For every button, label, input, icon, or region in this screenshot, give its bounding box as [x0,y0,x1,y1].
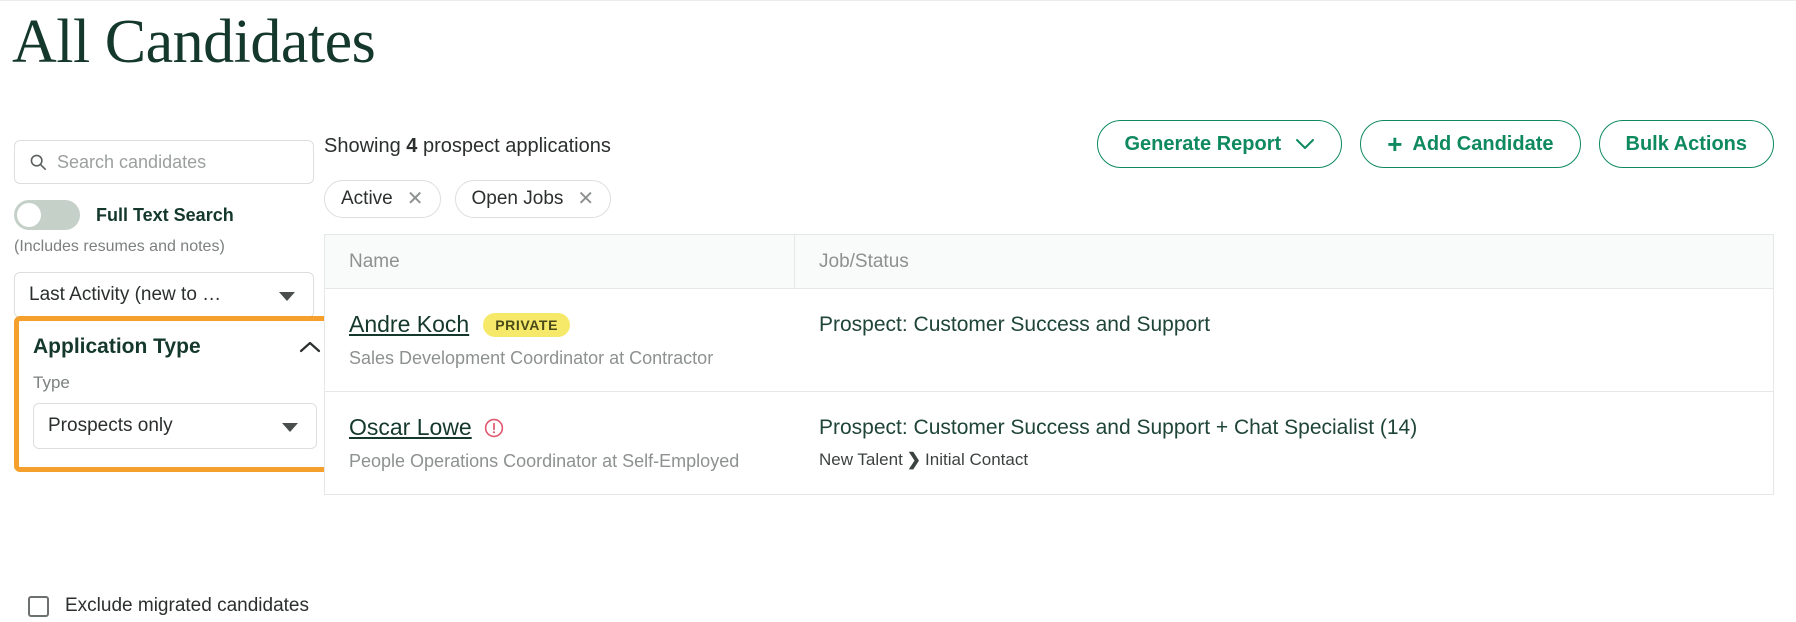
chevron-up-icon[interactable] [299,340,321,354]
stage-from: New Talent [819,450,903,470]
cell-job-status: Prospect: Customer Success and Support [795,289,1773,391]
cell-name: Andre Koch PRIVATE Sales Development Coo… [325,289,795,391]
filter-chip-label: Open Jobs [471,188,564,209]
filter-checkbox-group: Exclude migrated candidates Prospects on… [28,595,328,622]
generate-report-button[interactable]: Generate Report [1097,120,1343,168]
table-row[interactable]: Oscar Lowe People Operations Coordinator… [325,392,1773,495]
filter-chip-active[interactable]: Active ✕ [324,180,441,218]
showing-suffix: prospect applications [422,135,611,157]
column-header-name[interactable]: Name [325,235,795,288]
full-text-search-sublabel: (Includes resumes and notes) [14,238,225,255]
add-candidate-label: Add Candidate [1412,132,1554,155]
filter-chips: Active ✕ Open Jobs ✕ [324,180,612,218]
alert-circle-icon[interactable] [484,418,504,438]
candidate-name-line: Oscar Lowe [349,414,771,441]
showing-count: 4 [406,135,418,157]
chevron-down-icon [279,292,295,301]
close-icon[interactable]: ✕ [407,189,424,209]
table-row[interactable]: Andre Koch PRIVATE Sales Development Coo… [325,289,1773,392]
page-title: All Candidates [12,8,376,76]
search-icon [30,154,47,171]
generate-report-label: Generate Report [1124,132,1282,155]
application-type-header[interactable]: Application Type [33,335,321,359]
filter-chip-label: Active [341,188,393,209]
candidate-name-link[interactable]: Andre Koch [349,311,469,338]
results-count-text: Showing 4 prospect applications [324,135,611,158]
chevron-down-icon [1296,139,1315,149]
cell-name: Oscar Lowe People Operations Coordinator… [325,392,795,494]
candidates-table: Name Job/Status Andre Koch PRIVATE Sales… [324,234,1774,495]
checkbox-box[interactable] [28,595,49,617]
checkbox-label: Exclude migrated candidates [65,595,309,616]
full-text-search-row: Full Text Search [14,200,314,230]
candidate-name-link[interactable]: Oscar Lowe [349,414,472,441]
candidates-page: All Candidates Full Text Search (Include… [0,0,1796,622]
top-divider [0,0,1796,1]
action-buttons: Generate Report + Add Candidate Bulk Act… [1097,120,1774,168]
application-type-panel: Application Type Type Prospects only [14,316,340,472]
application-type-select[interactable]: Prospects only [33,403,317,449]
search-candidates-box[interactable] [14,140,314,184]
full-text-search-label: Full Text Search [96,204,234,225]
sort-select[interactable]: Last Activity (new to … [14,272,314,318]
chevron-down-icon [282,423,298,432]
full-text-search-toggle[interactable] [14,200,80,230]
filter-chip-open-jobs[interactable]: Open Jobs ✕ [454,180,612,218]
column-header-job-status[interactable]: Job/Status [795,235,1773,288]
application-type-field-label: Type [33,373,70,392]
bulk-actions-button[interactable]: Bulk Actions [1598,120,1774,168]
table-header-row: Name Job/Status [325,235,1773,289]
showing-prefix: Showing [324,135,401,157]
toggle-knob [17,203,41,227]
candidate-subtitle: People Operations Coordinator at Self-Em… [349,451,740,471]
stage-to: Initial Contact [925,450,1029,470]
status-badge: PRIVATE [483,312,571,337]
cell-job-status: Prospect: Customer Success and Support +… [795,392,1773,494]
job-title: Prospect: Customer Success and Support [819,313,1211,336]
bulk-actions-label: Bulk Actions [1625,132,1748,155]
chevron-right-icon: ❯ [906,450,922,470]
job-title: Prospect: Customer Success and Support +… [819,416,1418,439]
search-input[interactable] [57,151,287,173]
filters-sidebar: Full Text Search (Includes resumes and n… [14,140,340,617]
application-type-select-value: Prospects only [48,415,173,436]
plus-icon: + [1387,129,1403,159]
checkbox-exclude-migrated[interactable]: Exclude migrated candidates [28,595,328,617]
candidate-subtitle: Sales Development Coordinator at Contrac… [349,348,714,368]
candidate-name-line: Andre Koch PRIVATE [349,311,771,338]
add-candidate-button[interactable]: + Add Candidate [1360,120,1581,168]
application-type-title: Application Type [33,335,201,358]
sort-select-value: Last Activity (new to … [29,284,222,305]
job-stage: New Talent ❯ Initial Contact [819,450,1749,470]
close-icon[interactable]: ✕ [577,189,594,209]
